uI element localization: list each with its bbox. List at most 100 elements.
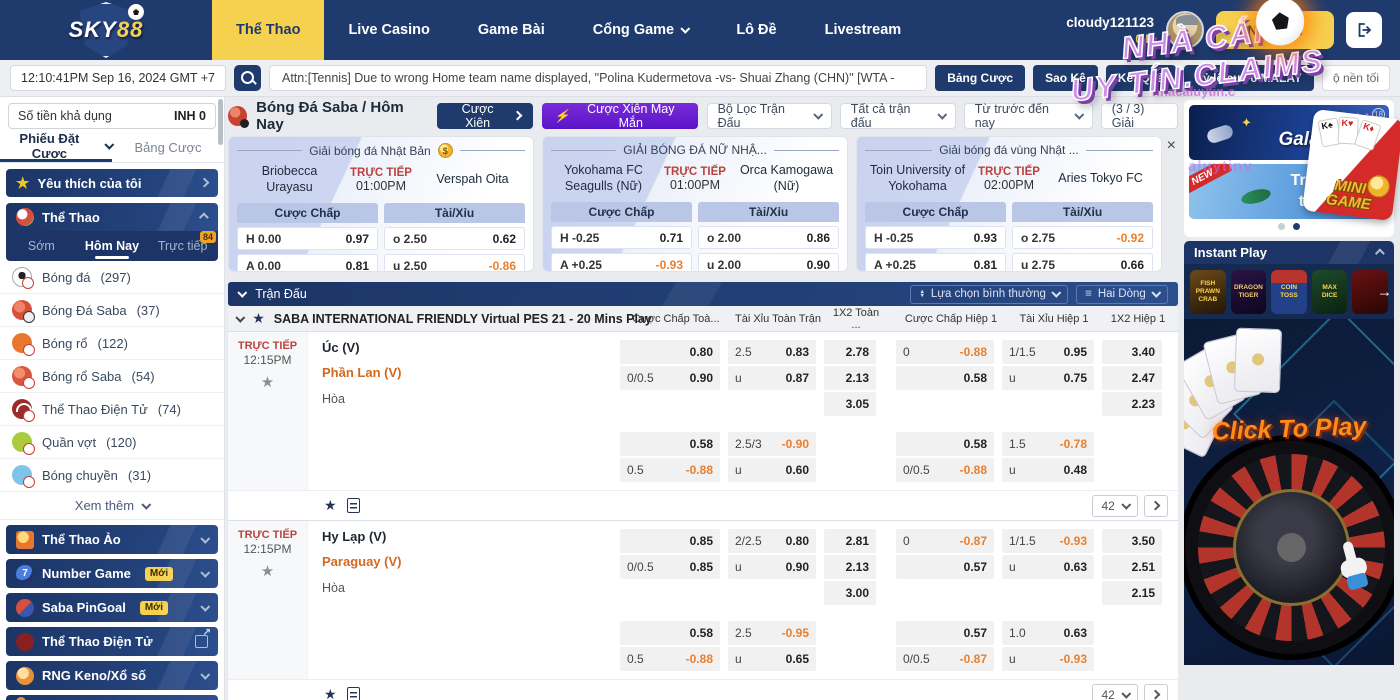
- odds-cell[interactable]: u0.90: [728, 555, 816, 579]
- parlay-button[interactable]: Cược Xiên: [437, 103, 533, 129]
- nav-cong-game[interactable]: Cổng Game: [569, 0, 713, 60]
- sidebar-item-bong-ro-saba[interactable]: Bóng rổ Saba(54): [0, 360, 224, 393]
- show-more-button[interactable]: Xem thêm: [0, 492, 224, 520]
- sports-header-bar[interactable]: Thể Thao: [6, 203, 218, 231]
- favorite-star-icon[interactable]: ★: [324, 497, 337, 514]
- casino-promo[interactable]: Click To Play: [1184, 319, 1394, 665]
- odds-cell[interactable]: u0.60: [728, 458, 816, 482]
- odds-cell[interactable]: 2.78: [824, 340, 876, 364]
- sidebar-item-bong-da-saba[interactable]: Bóng Đá Saba(37): [0, 294, 224, 327]
- odds-cell[interactable]: u 2.50-0.86: [384, 254, 525, 272]
- odds-cell[interactable]: 2.13: [824, 366, 876, 390]
- odds-cell[interactable]: A +0.250.81: [865, 253, 1006, 272]
- odds-cell[interactable]: 3.00: [824, 581, 876, 605]
- announcement-ticker[interactable]: Attn:[Tennis] Due to wrong Home team nam…: [269, 65, 927, 91]
- odds-cell[interactable]: 2.50.83: [728, 340, 816, 364]
- odds-cell[interactable]: 0.5-0.88: [620, 458, 720, 482]
- odds-cell[interactable]: u0.75: [1002, 366, 1094, 390]
- star-icon[interactable]: ★: [252, 310, 265, 327]
- sidebar-item-rng-keno[interactable]: RNG Keno/Xổ số: [6, 661, 218, 690]
- favorite-star-icon[interactable]: ★: [228, 562, 307, 580]
- sao-ke-button[interactable]: Sao Kê: [1033, 65, 1098, 91]
- all-matches-dropdown[interactable]: Tất cả trận đấu: [840, 103, 956, 129]
- brand-logo[interactable]: SKY88: [0, 0, 212, 60]
- subtab-hom-nay[interactable]: Hôm Nay: [77, 233, 148, 259]
- sidebar-item-bong-ro[interactable]: Bóng rổ(122): [0, 327, 224, 360]
- odds-cell[interactable]: 0.58: [896, 432, 994, 456]
- expand-markets-button[interactable]: [1144, 684, 1168, 700]
- odds-cell[interactable]: 3.40: [1102, 340, 1162, 364]
- favorite-star-icon[interactable]: ★: [324, 686, 337, 700]
- odds-cell[interactable]: 2.81: [824, 529, 876, 553]
- sidebar-item-esports-external[interactable]: Thể Thao Điện Tử: [6, 627, 218, 656]
- carousel-dot[interactable]: [1278, 223, 1285, 230]
- league-count-dropdown[interactable]: (3 / 3) Giải: [1101, 103, 1178, 129]
- odds-cell[interactable]: 2.51: [1102, 555, 1162, 579]
- odds-cell[interactable]: 0/0.50.90: [620, 366, 720, 390]
- odds-cell[interactable]: 0-0.88: [896, 340, 994, 364]
- odds-cell[interactable]: 3.05: [824, 392, 876, 416]
- ket-qua-button[interactable]: Kết Quả: [1106, 65, 1176, 91]
- odds-cell[interactable]: u0.63: [1002, 555, 1094, 579]
- odds-cell[interactable]: H -0.250.71: [551, 226, 692, 249]
- game-max-dice[interactable]: MAX DICE: [1312, 270, 1348, 314]
- avatar[interactable]: [1166, 11, 1204, 49]
- odds-cell[interactable]: 0.58: [896, 366, 994, 390]
- odds-cell[interactable]: 2.23: [1102, 392, 1162, 416]
- nav-game-bai[interactable]: Game Bài: [454, 0, 569, 60]
- odds-cell[interactable]: 0/0.50.85: [620, 555, 720, 579]
- odds-cell[interactable]: o 2.75-0.92: [1012, 226, 1153, 249]
- odds-cell[interactable]: H 0.000.97: [237, 227, 378, 250]
- odds-cell[interactable]: 1.5-0.78: [1002, 432, 1094, 456]
- arrow-right-icon[interactable]: →: [1377, 283, 1392, 300]
- odds-cell[interactable]: 0.5-0.88: [620, 647, 720, 671]
- odds-cell[interactable]: u0.48: [1002, 458, 1094, 482]
- game-fish-prawn-crab[interactable]: FISH PRAWN CRAB: [1190, 270, 1226, 314]
- sidebar-item-saba-pingoal[interactable]: Saba PinGoalMới: [6, 593, 218, 622]
- odds-cell[interactable]: o 2.000.86: [698, 226, 839, 249]
- dark-mode-toggle[interactable]: ộ nền tối: [1322, 65, 1390, 91]
- odds-cell[interactable]: 1/1.50.95: [1002, 340, 1094, 364]
- sidebar-item-quan-vot[interactable]: Quần vợt(120): [0, 426, 224, 459]
- close-icon[interactable]: ×: [1167, 138, 1176, 154]
- subtab-som[interactable]: Sớm: [6, 233, 77, 259]
- search-button[interactable]: [234, 65, 261, 91]
- time-range-dropdown[interactable]: Từ trước đến nay: [964, 103, 1093, 129]
- odds-cell[interactable]: u0.87: [728, 366, 816, 390]
- odds-cell[interactable]: 2.15: [1102, 581, 1162, 605]
- game-coin-toss[interactable]: COIN TOSS: [1271, 270, 1307, 314]
- odds-cell[interactable]: 1.00.63: [1002, 621, 1094, 645]
- sidebar-scrollbar[interactable]: [218, 99, 223, 145]
- odds-cell[interactable]: u 2.000.90: [698, 253, 839, 272]
- favorite-star-icon[interactable]: ★: [228, 373, 307, 391]
- odds-cell[interactable]: 0/0.5-0.88: [896, 458, 994, 482]
- odds-cell[interactable]: u-0.93: [1002, 647, 1094, 671]
- favorites-bar[interactable]: ★ Yêu thích của tôi: [6, 169, 218, 197]
- odds-cell[interactable]: 2.5/3-0.90: [728, 432, 816, 456]
- nav-livestream[interactable]: Livestream: [801, 0, 926, 60]
- featured-match-card[interactable]: GIẢI BÓNG ĐÁ NỮ NHẬ... Yokohama FC Seagu…: [542, 136, 848, 272]
- subtab-truc-tiep[interactable]: Trực tiếp84: [147, 233, 218, 259]
- odds-cell[interactable]: u 2.750.66: [1012, 253, 1153, 272]
- featured-match-card[interactable]: Giải bóng đá Nhật Bản$ Briobecca Urayasu…: [228, 136, 534, 272]
- odds-cell[interactable]: 0.58: [620, 621, 720, 645]
- mini-game-card[interactable]: K♠ K♥ K♦ MINIGAME: [1302, 109, 1400, 221]
- statement-icon[interactable]: [347, 498, 360, 513]
- odds-cell[interactable]: 0.58: [620, 432, 720, 456]
- nav-the-thao[interactable]: Thể Thao: [212, 0, 324, 60]
- nav-lo-de[interactable]: Lô Đề: [712, 0, 800, 60]
- carousel-dot[interactable]: [1293, 223, 1300, 230]
- sidebar-item-the-thao-ao[interactable]: Thể Thao Ảo: [6, 525, 218, 554]
- instant-play-header[interactable]: Instant Play: [1184, 241, 1394, 264]
- chevron-down-icon[interactable]: [235, 313, 245, 323]
- odds-cell[interactable]: 2.47: [1102, 366, 1162, 390]
- tab-phieu-dat-cuoc[interactable]: Phiếu Đặt Cược: [0, 133, 112, 162]
- odds-cell[interactable]: A 0.000.81: [237, 254, 378, 272]
- game-dragon-tiger[interactable]: DRAGON TIGER: [1231, 270, 1267, 314]
- featured-match-card[interactable]: Giải bóng đá vùng Nhật ... Toin Universi…: [856, 136, 1162, 272]
- odds-cell[interactable]: H -0.250.93: [865, 226, 1006, 249]
- bang-cuoc-button[interactable]: Bảng Cược: [935, 65, 1025, 91]
- sidebar-item-bong-chuyen[interactable]: Bóng chuyền(31): [0, 459, 224, 492]
- odds-cell[interactable]: 0/0.5-0.87: [896, 647, 994, 671]
- ty-le-cuoc-malay-button[interactable]: Tỷ lệ cược MALAY: [1184, 65, 1314, 91]
